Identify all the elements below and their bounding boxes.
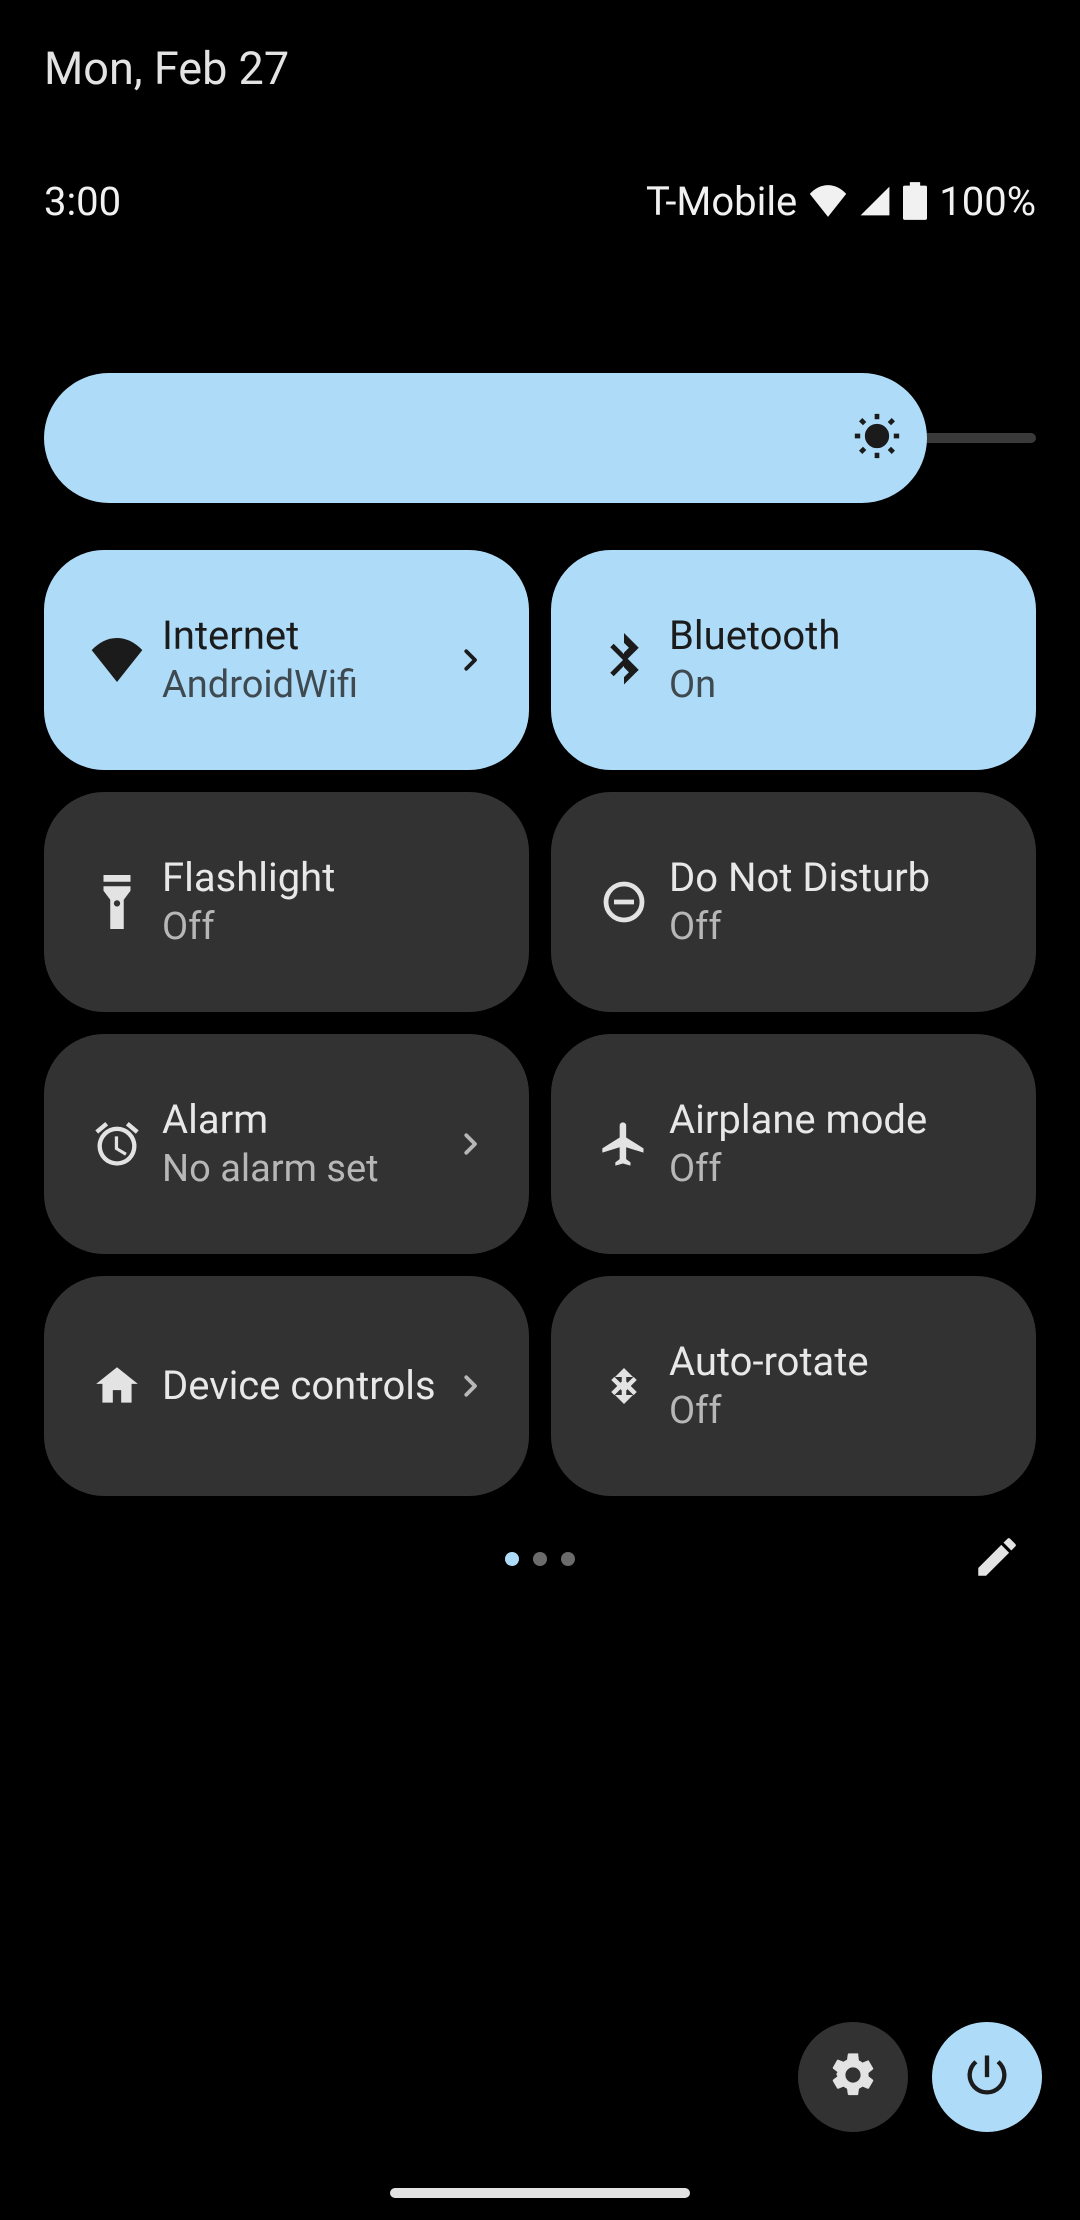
- tile-title: Bluetooth: [669, 613, 1000, 659]
- tile-title: Alarm: [162, 1097, 447, 1143]
- quicksettings-tiles: Internet AndroidWifi Bluetooth On Flashlight…: [44, 550, 1036, 1496]
- airplane-icon: [579, 1118, 669, 1170]
- tile-title: Airplane mode: [669, 1097, 1000, 1143]
- tile-airplane[interactable]: Airplane mode Off: [551, 1034, 1036, 1254]
- tile-dnd[interactable]: Do Not Disturb Off: [551, 792, 1036, 1012]
- tile-device-controls[interactable]: Device controls: [44, 1276, 529, 1496]
- tile-auto-rotate[interactable]: Auto-rotate Off: [551, 1276, 1036, 1496]
- gesture-nav-bar[interactable]: [390, 2188, 690, 2198]
- tile-texts: Auto-rotate Off: [669, 1339, 1000, 1433]
- tile-internet[interactable]: Internet AndroidWifi: [44, 550, 529, 770]
- edit-tiles-button[interactable]: [972, 1532, 1022, 1586]
- power-button[interactable]: [932, 2022, 1042, 2132]
- quicksettings-footer-buttons: [798, 2022, 1042, 2132]
- tile-texts: Flashlight Off: [162, 855, 493, 949]
- tile-texts: Internet AndroidWifi: [162, 613, 447, 707]
- brightness-slider[interactable]: [44, 373, 1036, 503]
- tile-subtitle: No alarm set: [162, 1149, 447, 1191]
- quicksettings-pager[interactable]: [0, 1552, 1080, 1566]
- tile-subtitle: AndroidWifi: [162, 665, 447, 707]
- tile-flashlight[interactable]: Flashlight Off: [44, 792, 529, 1012]
- alarm-icon: [72, 1118, 162, 1170]
- tile-title: Internet: [162, 613, 447, 659]
- tile-subtitle: Off: [669, 1149, 1000, 1191]
- power-icon: [961, 2049, 1013, 2105]
- pager-dot: [505, 1552, 519, 1566]
- tile-texts: Alarm No alarm set: [162, 1097, 447, 1191]
- settings-button[interactable]: [798, 2022, 908, 2132]
- tile-title: Auto-rotate: [669, 1339, 1000, 1385]
- status-battery-pct: 100%: [939, 178, 1036, 225]
- tile-subtitle: On: [669, 665, 1000, 707]
- brightness-fill: [44, 373, 927, 503]
- pager-dot: [533, 1552, 547, 1566]
- auto-rotate-icon: [579, 1359, 669, 1413]
- tile-title: Device controls: [162, 1363, 447, 1409]
- tile-alarm[interactable]: Alarm No alarm set: [44, 1034, 529, 1254]
- battery-icon: [903, 182, 927, 220]
- status-carrier: T-Mobile: [646, 178, 797, 225]
- status-right: T-Mobile 100%: [646, 178, 1036, 225]
- chevron-right-icon: [447, 1371, 493, 1401]
- internet-icon: [72, 638, 162, 682]
- chevron-right-icon: [447, 645, 493, 675]
- wifi-icon: [809, 185, 847, 217]
- status-bar: 3:00 T-Mobile 100%: [44, 177, 1036, 225]
- status-time: 3:00: [44, 178, 121, 225]
- tile-title: Flashlight: [162, 855, 493, 901]
- tile-title: Do Not Disturb: [669, 855, 1000, 901]
- tile-bluetooth[interactable]: Bluetooth On: [551, 550, 1036, 770]
- pager-dot: [561, 1552, 575, 1566]
- brightness-icon: [849, 408, 905, 468]
- tile-texts: Bluetooth On: [669, 613, 1000, 707]
- dnd-icon: [579, 878, 669, 926]
- cell-signal-icon: [859, 185, 891, 217]
- tile-subtitle: Off: [669, 907, 1000, 949]
- tile-subtitle: Off: [669, 1391, 1000, 1433]
- tile-texts: Do Not Disturb Off: [669, 855, 1000, 949]
- device-controls-icon: [72, 1361, 162, 1411]
- bluetooth-icon: [579, 633, 669, 687]
- quicksettings-date[interactable]: Mon, Feb 27: [44, 42, 289, 95]
- flashlight-icon: [72, 875, 162, 929]
- tile-subtitle: Off: [162, 907, 493, 949]
- tile-texts: Airplane mode Off: [669, 1097, 1000, 1191]
- tile-texts: Device controls: [162, 1363, 447, 1409]
- gear-icon: [827, 2049, 879, 2105]
- chevron-right-icon: [447, 1129, 493, 1159]
